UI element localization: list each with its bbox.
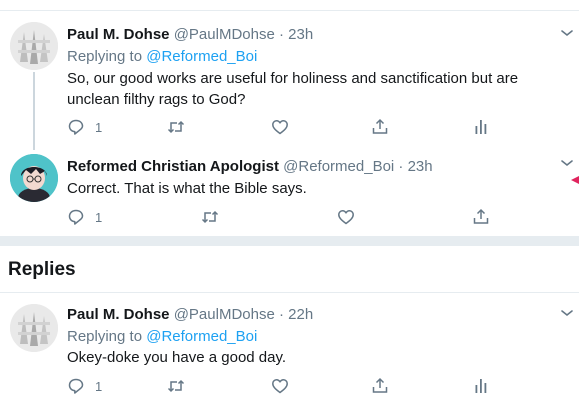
share-button[interactable] (472, 207, 490, 227)
avatar-image (10, 154, 58, 202)
replying-to: Replying to @Reformed_Boi (67, 327, 257, 346)
avatar[interactable] (10, 154, 58, 202)
author-name[interactable]: Reformed Christian Apologist (67, 158, 279, 175)
chevron-down-icon[interactable] (560, 28, 574, 38)
reply-count: 1 (95, 119, 103, 135)
reply-button[interactable]: 1 (67, 376, 102, 396)
reply-icon (68, 119, 84, 135)
author-name[interactable]: Paul M. Dohse (67, 26, 170, 43)
dot-separator: · (278, 26, 284, 43)
retweet-button[interactable] (167, 376, 185, 396)
chevron-down-icon[interactable] (560, 308, 574, 318)
reply-button[interactable]: 1 (67, 207, 102, 227)
like-button[interactable] (337, 207, 355, 227)
replying-prefix: Replying to (67, 48, 143, 65)
section-separator (0, 236, 579, 246)
tweet-text: So, our good works are useful for holine… (67, 70, 519, 108)
tweet-text: Okey-doke you have a good day. (67, 349, 287, 366)
analytics-icon (475, 120, 487, 134)
thread-line (33, 72, 35, 150)
chevron-down-icon[interactable] (560, 158, 574, 168)
avatar-image (10, 304, 58, 352)
top-divider (0, 10, 579, 11)
tweet-time[interactable]: 23h (408, 158, 433, 175)
share-icon (372, 118, 388, 134)
analytics-button[interactable] (472, 117, 490, 137)
like-icon (272, 379, 288, 394)
tweet-text: Correct. That is what the Bible says. (67, 180, 307, 197)
replying-to-link[interactable]: @Reformed_Boi (146, 328, 257, 345)
replying-to-link[interactable]: @Reformed_Boi (146, 48, 257, 65)
share-button[interactable] (371, 376, 389, 396)
retweet-button[interactable] (167, 117, 185, 137)
replying-to: Replying to @Reformed_Boi (67, 47, 257, 66)
tweet-header: Paul M. Dohse @PaulMDohse · 22h (67, 305, 313, 324)
author-name[interactable]: Paul M. Dohse (67, 306, 170, 323)
analytics-button[interactable] (472, 376, 490, 396)
tweet-actions: 1 (67, 117, 572, 137)
retweet-icon (167, 379, 185, 393)
tweet-header: Paul M. Dohse @PaulMDohse · 23h (67, 25, 313, 44)
tweet-time[interactable]: 23h (288, 26, 313, 43)
reply-icon (68, 378, 84, 394)
retweet-button[interactable] (201, 207, 219, 227)
reply-icon (68, 209, 84, 225)
like-button[interactable] (271, 376, 289, 396)
reply-button[interactable]: 1 (67, 117, 102, 137)
reply-count: 1 (95, 209, 103, 225)
author-handle[interactable]: @Reformed_Boi (283, 158, 394, 175)
share-icon (473, 208, 489, 224)
like-icon (272, 120, 288, 135)
tweet-header: Reformed Christian Apologist @Reformed_B… (67, 157, 433, 176)
red-arrow-marker (571, 176, 579, 184)
author-handle[interactable]: @PaulMDohse (174, 306, 275, 323)
share-icon (372, 377, 388, 393)
avatar[interactable] (10, 22, 58, 70)
tweet-actions: 1 (67, 207, 572, 227)
share-button[interactable] (371, 117, 389, 137)
replying-prefix: Replying to (67, 328, 143, 345)
analytics-icon (475, 379, 487, 393)
replies-heading: Replies (8, 259, 76, 280)
like-button[interactable] (271, 117, 289, 137)
author-handle[interactable]: @PaulMDohse (174, 26, 275, 43)
tweet-actions: 1 (67, 376, 572, 396)
tweet-time[interactable]: 22h (288, 306, 313, 323)
replies-divider (0, 292, 579, 293)
dot-separator: · (278, 306, 284, 323)
retweet-icon (167, 120, 185, 134)
like-icon (338, 210, 354, 225)
retweet-icon (201, 210, 219, 224)
dot-separator: · (398, 158, 404, 175)
avatar[interactable] (10, 304, 58, 352)
avatar-image (10, 22, 58, 70)
reply-count: 1 (95, 378, 103, 394)
